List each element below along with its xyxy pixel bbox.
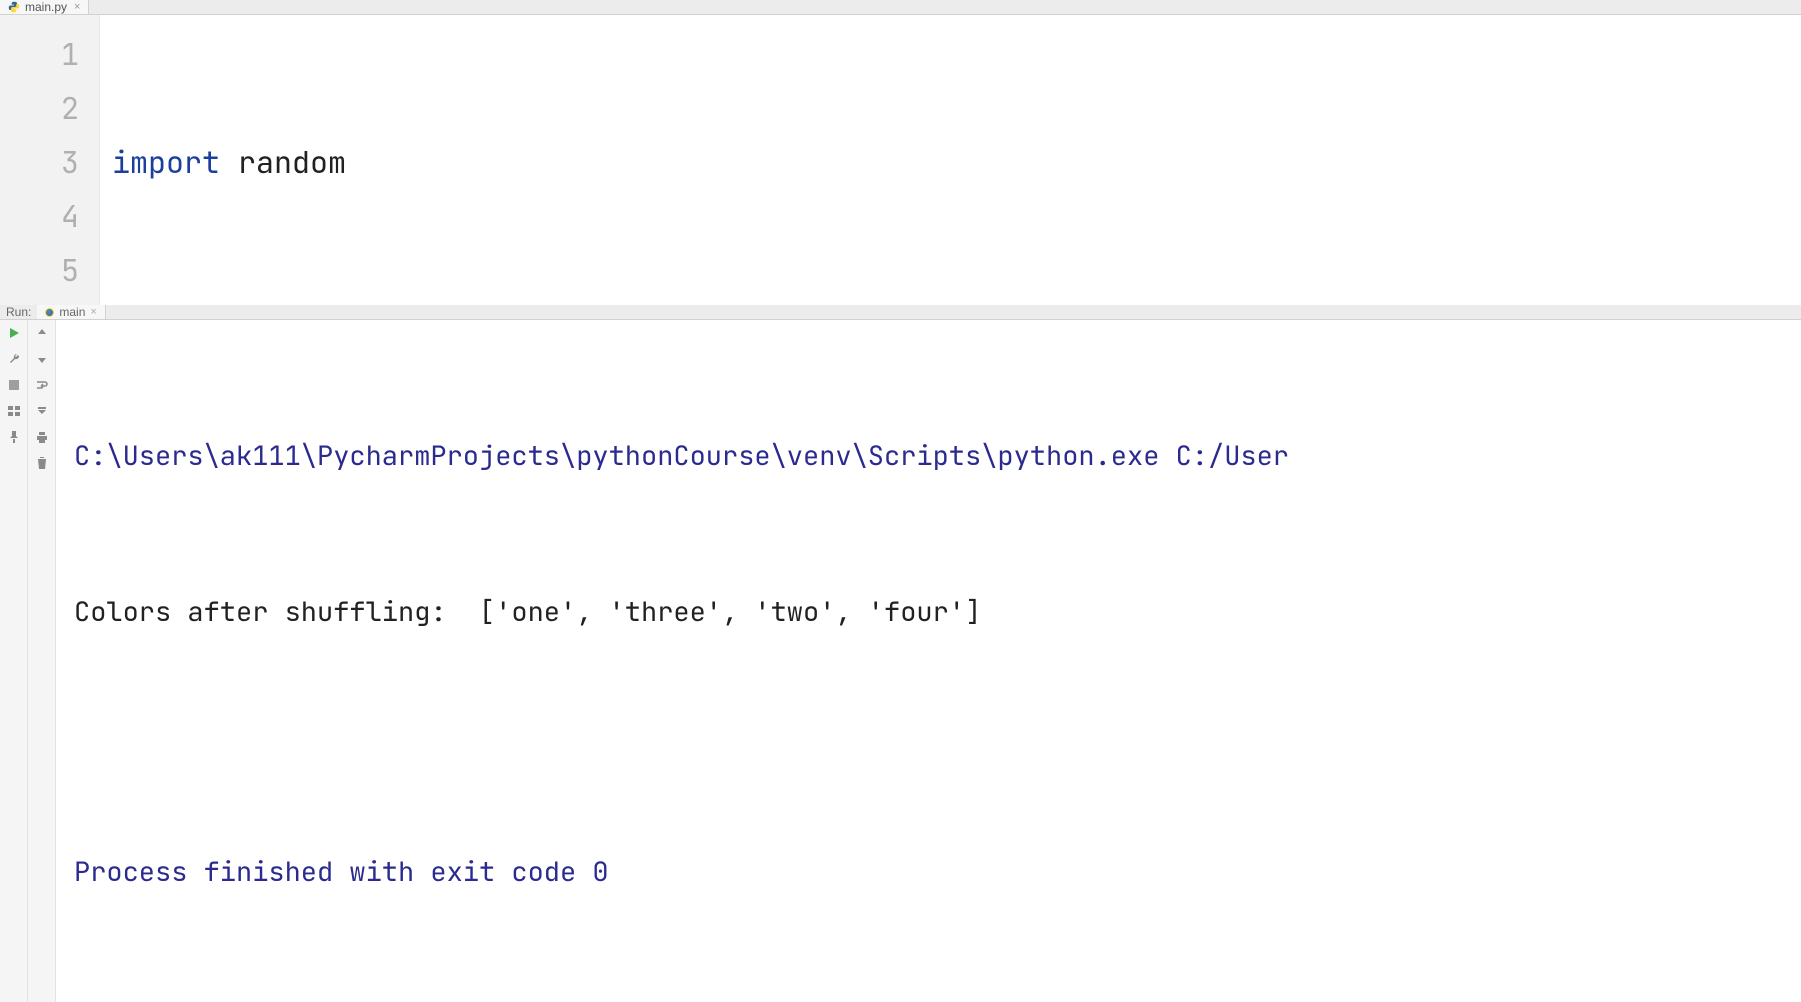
console-line: C:\Users\ak111\PycharmProjects\pythonCou… xyxy=(74,430,1801,482)
layout-icon[interactable] xyxy=(5,402,23,420)
run-tab-main[interactable]: main × xyxy=(37,305,105,319)
code-line: import random xyxy=(112,135,1801,189)
line-number: 5 xyxy=(0,243,79,297)
rerun-icon[interactable] xyxy=(5,324,23,342)
line-number: 3 xyxy=(0,135,79,189)
soft-wrap-icon[interactable] xyxy=(33,376,51,394)
run-toolbar-left xyxy=(0,320,28,1002)
editor-tab-main[interactable]: main.py × xyxy=(0,0,89,14)
run-toolwindow-body: C:\Users\ak111\PycharmProjects\pythonCou… xyxy=(0,320,1801,1002)
up-arrow-icon[interactable] xyxy=(33,324,51,342)
wrench-icon[interactable] xyxy=(5,350,23,368)
down-arrow-icon[interactable] xyxy=(33,350,51,368)
close-icon[interactable]: × xyxy=(90,306,96,318)
python-run-icon xyxy=(45,308,54,317)
close-icon[interactable]: × xyxy=(74,1,80,13)
python-file-icon xyxy=(8,1,20,13)
run-tab-label: main xyxy=(59,305,85,319)
run-toolwindow-header: Run: main × xyxy=(0,305,1801,320)
line-number: 1 xyxy=(0,27,79,81)
line-number: 2 xyxy=(0,81,79,135)
console-line: Process finished with exit code 0 xyxy=(74,846,1801,898)
console-output[interactable]: C:\Users\ak111\PycharmProjects\pythonCou… xyxy=(56,320,1801,1002)
run-label: Run: xyxy=(6,305,31,319)
scroll-to-end-icon[interactable] xyxy=(33,402,51,420)
line-number: 4 xyxy=(0,189,79,243)
trash-icon[interactable] xyxy=(33,454,51,472)
run-toolbar-left2 xyxy=(28,320,56,1002)
editor-tab-bar: main.py × xyxy=(0,0,1801,15)
code-editor[interactable]: 1 2 3 4 5 import random numbers = ['one'… xyxy=(0,15,1801,305)
code-content[interactable]: import random numbers = ['one', 'two', '… xyxy=(100,15,1801,305)
console-line: Colors after shuffling: ['one', 'three',… xyxy=(74,586,1801,638)
print-icon[interactable] xyxy=(33,428,51,446)
line-number-gutter: 1 2 3 4 5 xyxy=(0,15,100,305)
editor-tab-label: main.py xyxy=(25,0,67,14)
stop-icon[interactable] xyxy=(5,376,23,394)
pin-icon[interactable] xyxy=(5,428,23,446)
